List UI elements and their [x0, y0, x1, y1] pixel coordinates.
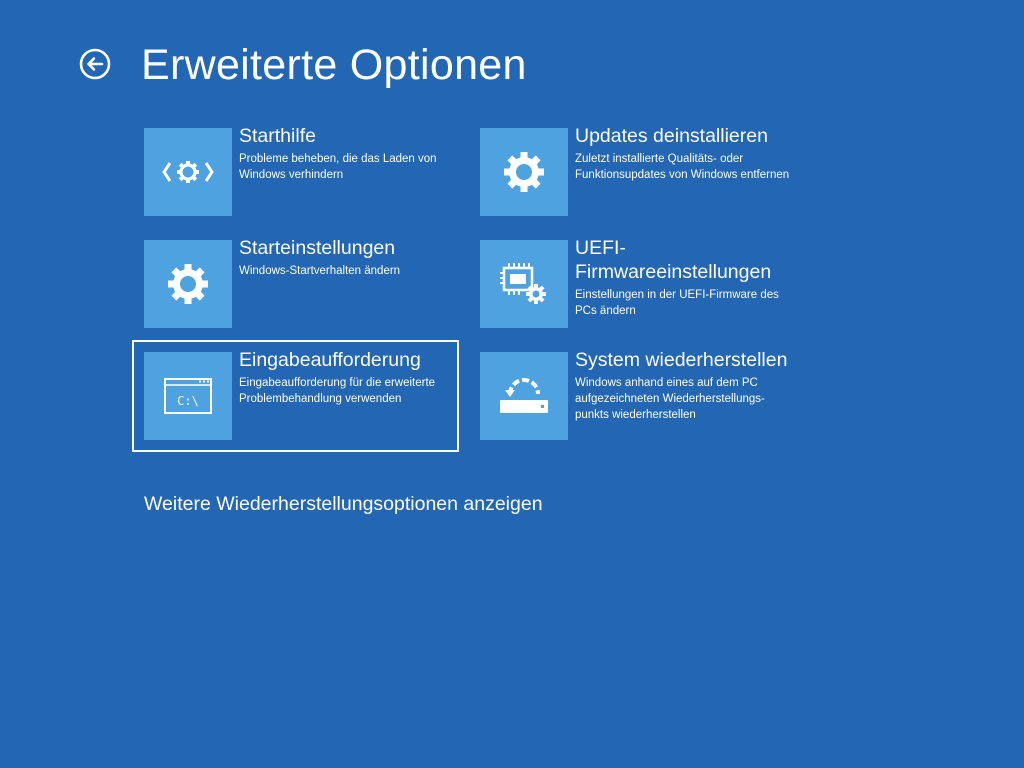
- option-uninstall-updates[interactable]: Updates deinstallieren Zuletzt installie…: [480, 125, 802, 236]
- option-description: Windows anhand eines auf dem PC aufgezei…: [575, 377, 765, 421]
- back-button[interactable]: [79, 48, 111, 80]
- gear-icon: [168, 264, 208, 304]
- command-prompt-icon: C:\: [164, 378, 212, 414]
- option-description: Windows-Startverhalten ändern: [239, 265, 401, 277]
- chip-gear-icon: [500, 263, 546, 304]
- option-description: Eingabeaufforderung für die erweiterte P…: [239, 377, 436, 405]
- system-restore-icon: [500, 378, 548, 413]
- tile-icon-box: C:\: [144, 352, 232, 440]
- option-startup-settings[interactable]: Starteinstellungen Windows-Startverhalte…: [144, 237, 466, 348]
- command-prompt-icon-text: C:\: [177, 394, 199, 408]
- tile-icon-box: [144, 128, 232, 216]
- back-arrow-circle-icon: [79, 48, 111, 80]
- advanced-options-screen: Erweiterte Optionen Starthilfe Probleme …: [0, 0, 1024, 768]
- page-title: Erweiterte Optionen: [141, 41, 527, 89]
- startup-repair-icon: [162, 161, 214, 183]
- more-recovery-options-link[interactable]: Weitere Wiederherstellungsoptionen anzei…: [144, 492, 543, 516]
- option-title: Starteinstellungen: [239, 237, 396, 259]
- tile-icon-box: [480, 352, 568, 440]
- option-title: UEFI-Firmwareeinstellungen: [575, 237, 772, 283]
- gear-icon: [504, 152, 544, 192]
- option-description: Zuletzt installierte Qualitäts- oder Fun…: [575, 153, 790, 181]
- option-title: Starthilfe: [239, 125, 316, 147]
- tile-icon-box: [144, 240, 232, 328]
- tile-icon-box: [480, 128, 568, 216]
- option-description: Probleme beheben, die das Laden von Wind…: [239, 153, 437, 181]
- option-uefi-firmware-settings[interactable]: UEFI-Firmwareeinstellungen Einstellungen…: [480, 237, 802, 348]
- option-title: Updates deinstallieren: [575, 125, 768, 147]
- option-title: Eingabeaufforderung: [239, 349, 421, 371]
- option-command-prompt[interactable]: C:\ Eingabeaufforderung Eingabeaufforder…: [132, 340, 459, 452]
- tile-icon-box: [480, 240, 568, 328]
- option-startup-repair[interactable]: Starthilfe Probleme beheben, die das Lad…: [144, 125, 466, 236]
- option-system-restore[interactable]: System wiederherstellen Windows anhand e…: [480, 349, 802, 460]
- option-title: System wiederherstellen: [575, 349, 788, 371]
- option-description: Einstellungen in der UEFI-Firmware des P…: [575, 289, 779, 317]
